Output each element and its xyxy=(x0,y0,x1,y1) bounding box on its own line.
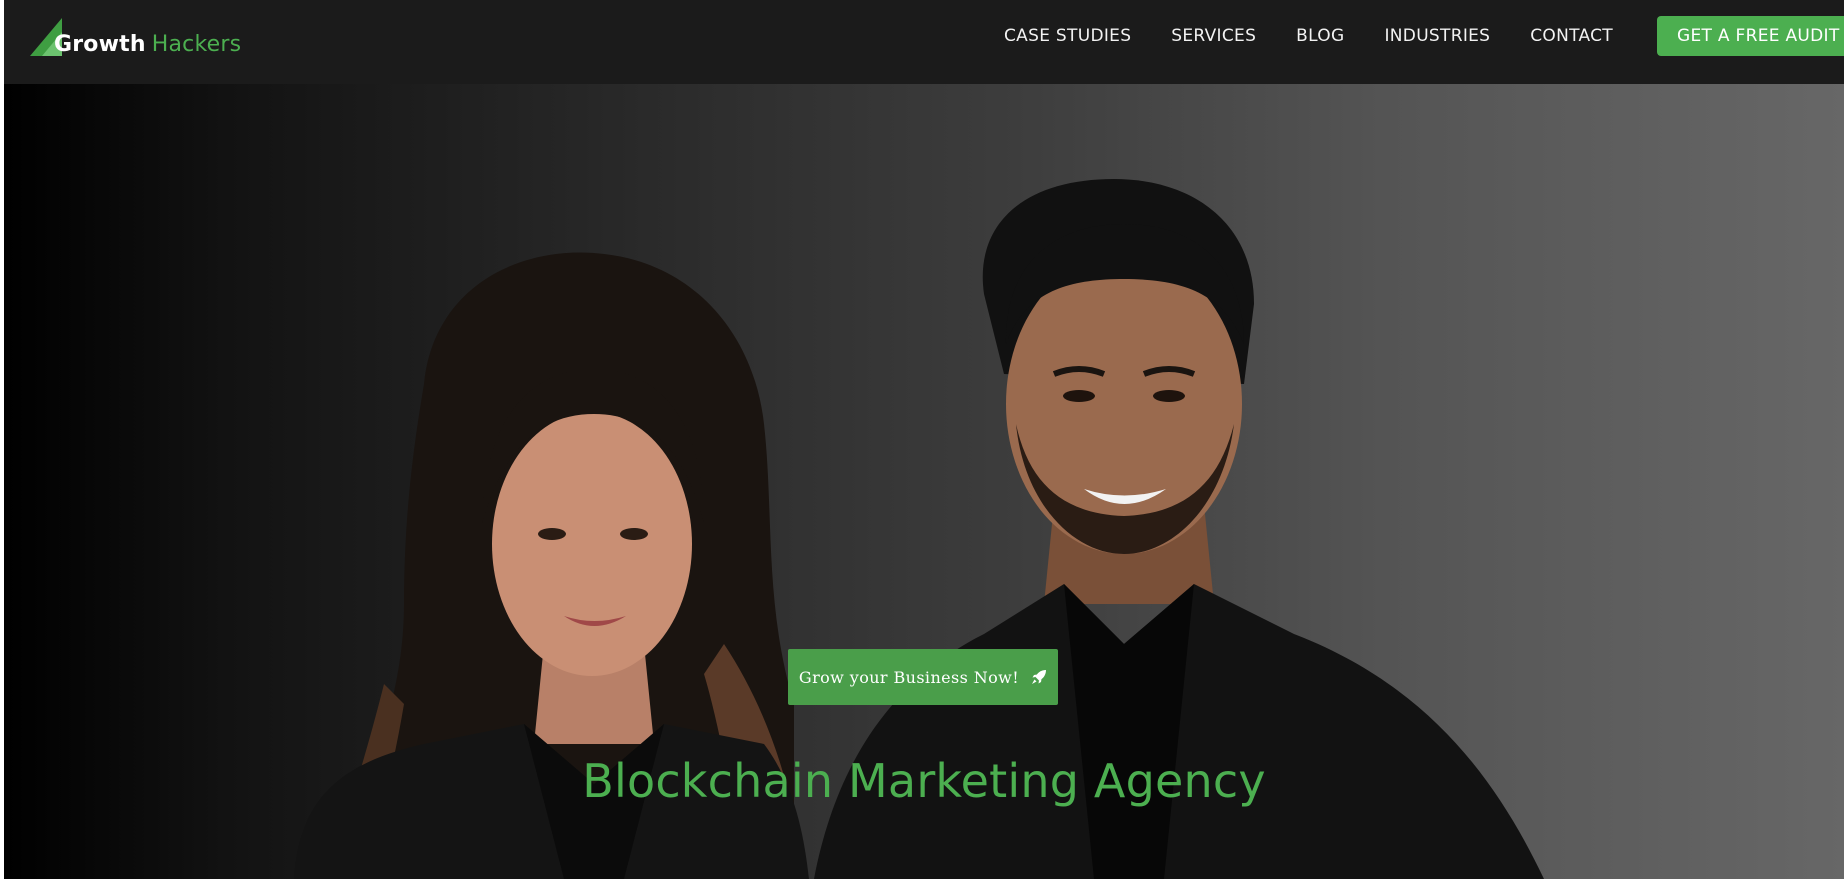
grow-business-button[interactable]: Grow your Business Now! xyxy=(788,649,1058,705)
free-audit-button[interactable]: GET A FREE AUDIT xyxy=(1656,16,1844,56)
page: Growth Hackers CASE STUDIES SERVICES BLOG… xyxy=(0,0,1844,879)
nav-services[interactable]: SERVICES xyxy=(1171,26,1256,46)
logo-text: Growth Hackers xyxy=(54,32,241,57)
nav-industries[interactable]: INDUSTRIES xyxy=(1384,26,1490,46)
logo-word-hackers: Hackers xyxy=(151,32,242,57)
main-nav: CASE STUDIES SERVICES BLOG INDUSTRIES CO… xyxy=(1004,0,1844,72)
rocket-icon xyxy=(1032,670,1047,684)
site-header: Growth Hackers CASE STUDIES SERVICES BLOG… xyxy=(4,0,1844,84)
brand-logo[interactable]: Growth Hackers xyxy=(28,16,248,62)
nav-contact[interactable]: CONTACT xyxy=(1530,26,1613,46)
hero-section: Grow your Business Now! Blockchain Marke… xyxy=(4,84,1844,879)
nav-case-studies[interactable]: CASE STUDIES xyxy=(1004,26,1131,46)
hero-title: Blockchain Marketing Agency xyxy=(582,754,1266,808)
grow-business-label: Grow your Business Now! xyxy=(798,667,1020,687)
logo-word-growth: Growth xyxy=(54,32,146,57)
nav-blog[interactable]: BLOG xyxy=(1296,26,1344,46)
